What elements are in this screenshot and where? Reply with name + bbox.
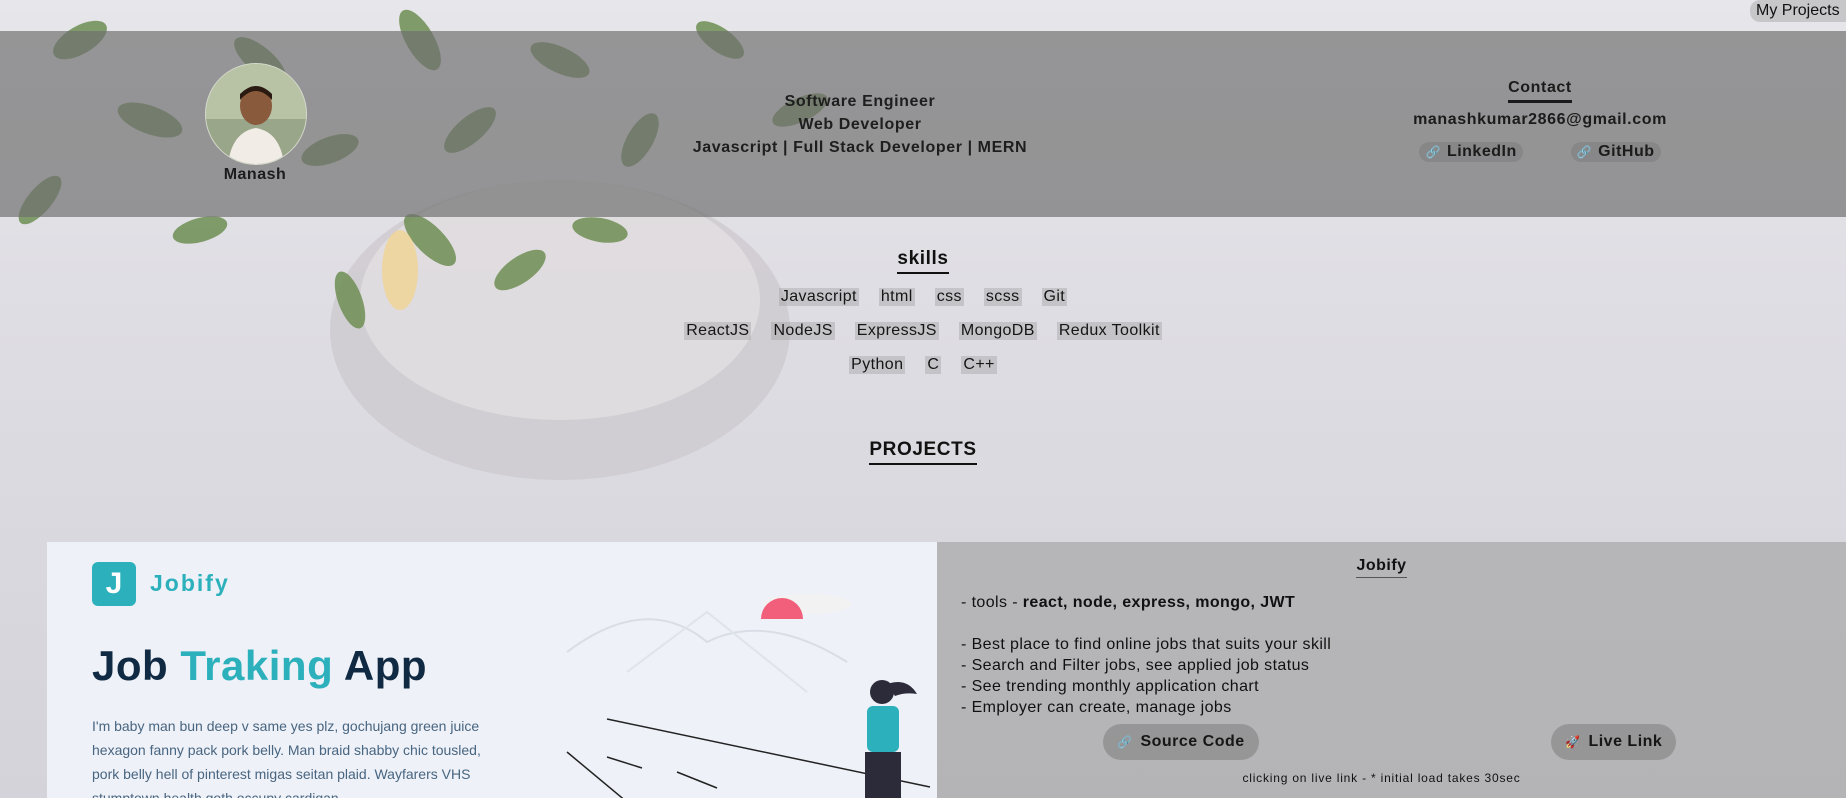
live-link-button[interactable]: 🚀 Live Link xyxy=(1551,724,1677,760)
skills-row: Javascript html css scss Git xyxy=(0,288,1846,306)
github-link[interactable]: 🔗 GitHub xyxy=(1570,142,1661,162)
hero-illustration xyxy=(566,594,931,798)
skills-title: skills xyxy=(897,248,949,274)
role-line: Software Engineer xyxy=(784,93,936,110)
projects-title-wrap: PROJECTS xyxy=(0,439,1846,465)
skill-tag: Python xyxy=(849,356,906,374)
skill-tag: Javascript xyxy=(778,288,859,306)
project-screenshot: J Jobify Job Traking App I'm baby man bu… xyxy=(47,542,937,798)
contact-email[interactable]: manashkumar2866@gmail.com xyxy=(1380,111,1700,129)
source-code-label: Source Code xyxy=(1140,733,1245,750)
skill-tag: Redux Toolkit xyxy=(1056,322,1162,340)
projects-title: PROJECTS xyxy=(869,439,977,465)
link-icon: 🔗 xyxy=(1117,735,1133,749)
skills-title-wrap: skills xyxy=(0,248,1846,274)
hero-text: I'm baby man bun deep v same yes plz, go… xyxy=(92,718,481,798)
project-tools: - tools - react, node, express, mongo, J… xyxy=(961,592,1801,613)
skills-row: Python C C++ xyxy=(0,356,1846,374)
skill-tag: ReactJS xyxy=(684,322,752,340)
skill-tag: Git xyxy=(1041,288,1068,306)
linkedin-link[interactable]: 🔗 LinkedIn xyxy=(1419,142,1523,162)
project-description: - tools - react, node, express, mongo, J… xyxy=(961,592,1801,718)
feature-item: - See trending monthly application chart xyxy=(961,678,1259,695)
role-line: Web Developer xyxy=(798,116,922,133)
skill-tag: css xyxy=(934,288,964,306)
project-card: J Jobify Job Traking App I'm baby man bu… xyxy=(47,542,1846,798)
github-label: GitHub xyxy=(1598,143,1655,160)
jobify-logo-text: Jobify xyxy=(150,570,230,596)
hero-title-part: App xyxy=(343,642,428,689)
skill-tag: NodeJS xyxy=(771,322,835,340)
feature-item: - Employer can create, manage jobs xyxy=(961,699,1232,716)
feature-item: - Best place to find online jobs that su… xyxy=(961,636,1332,653)
live-link-note: clicking on live link - * initial load t… xyxy=(1242,771,1521,785)
hero-title: Job Traking App xyxy=(92,642,427,690)
project-name-wrap: Jobify xyxy=(937,557,1826,578)
profile-name: Manash xyxy=(223,166,287,183)
rocket-icon: 🚀 xyxy=(1565,735,1581,749)
hero-title-part: Job xyxy=(92,642,169,689)
skill-tag: C++ xyxy=(961,356,997,374)
live-link-label: Live Link xyxy=(1588,733,1663,750)
linkedin-label: LinkedIn xyxy=(1446,143,1517,160)
role-block: Software Engineer Web Developer Javascri… xyxy=(640,90,1080,159)
skill-tag: scss xyxy=(983,288,1022,306)
skill-tag: html xyxy=(878,288,915,306)
avatar-photo xyxy=(206,64,306,164)
source-code-button[interactable]: 🔗 Source Code xyxy=(1103,724,1259,760)
hero-title-accent: Traking xyxy=(180,642,334,689)
skill-tag: ExpressJS xyxy=(854,322,939,340)
skill-tag: MongoDB xyxy=(958,322,1037,340)
jobify-logo-icon: J xyxy=(92,562,136,606)
role-line: Javascript | Full Stack Developer | MERN xyxy=(692,139,1028,156)
tools-prefix: - tools - xyxy=(961,594,1023,611)
contact-title: Contact xyxy=(1508,79,1572,103)
tools-list: react, node, express, mongo, JWT xyxy=(1022,594,1296,611)
project-name: Jobify xyxy=(1356,557,1407,578)
project-info: Jobify - tools - react, node, express, m… xyxy=(937,542,1846,798)
skills-row: ReactJS NodeJS ExpressJS MongoDB Redux Toolk… xyxy=(0,322,1846,340)
skill-tag: C xyxy=(925,356,942,374)
contact-block: Contact manashkumar2866@gmail.com 🔗 Link… xyxy=(1380,79,1700,162)
profile-header: Manash Software Engineer Web Developer J… xyxy=(0,31,1846,217)
feature-item: - Search and Filter jobs, see applied jo… xyxy=(961,657,1310,674)
contact-links: 🔗 LinkedIn 🔗 GitHub xyxy=(1380,142,1700,162)
link-icon: 🔗 xyxy=(1576,145,1593,159)
avatar xyxy=(205,63,307,165)
link-icon: 🔗 xyxy=(1425,145,1441,159)
my-projects-link[interactable]: My Projects xyxy=(1750,0,1846,22)
